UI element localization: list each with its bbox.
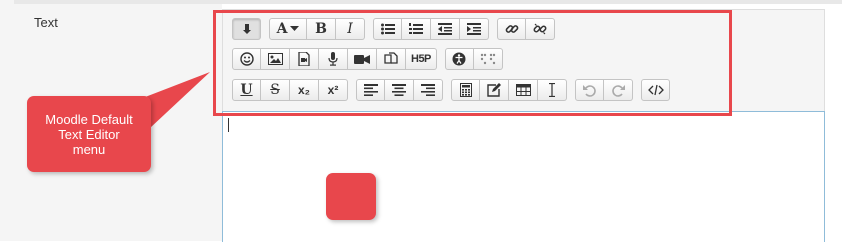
annotation-callout: Moodle Default Text Editor menu: [27, 96, 151, 172]
annotation-marker: [326, 173, 376, 220]
annotation-callout-text: Moodle Default Text Editor menu: [45, 111, 133, 157]
